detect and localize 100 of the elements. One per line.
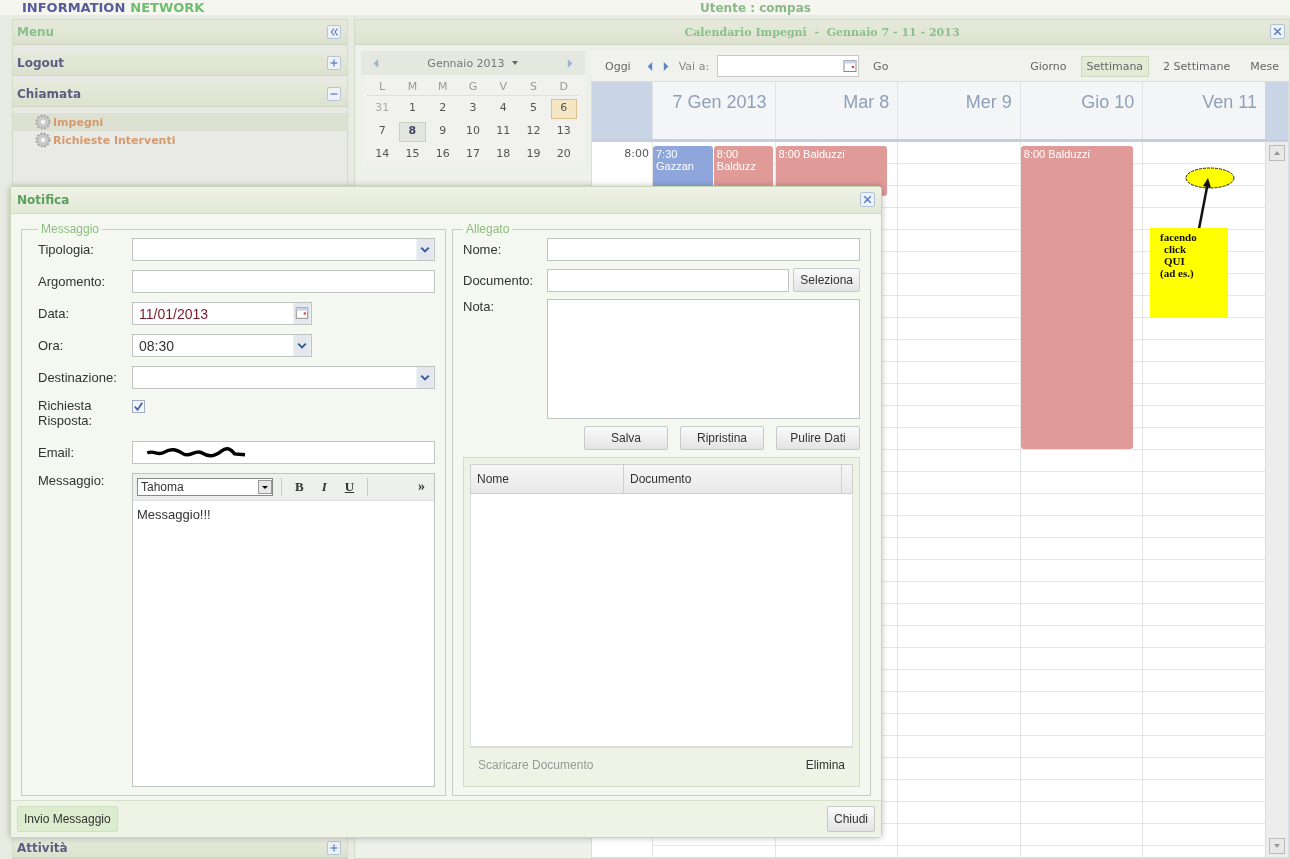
section-title: Logout: [17, 56, 64, 70]
today-button[interactable]: Oggi: [599, 55, 637, 77]
section-title: Chiamata: [17, 87, 81, 101]
minus-icon[interactable]: [327, 87, 341, 101]
field-label: Tipologia:: [38, 242, 95, 257]
section-header[interactable]: Attività: [13, 839, 347, 858]
dropdown-field[interactable]: [132, 238, 435, 261]
date-field[interactable]: 11/01/2013: [132, 302, 312, 325]
user-label: Utente : compas: [700, 1, 811, 15]
field-label: Nome:: [463, 242, 503, 257]
calendar-day[interactable]: 11: [490, 122, 517, 140]
calendar-day[interactable]: 2: [429, 99, 456, 117]
footer-button[interactable]: Chiudi: [826, 806, 875, 832]
time-label: 8:00: [624, 147, 649, 160]
calendar-day[interactable]: 3: [459, 99, 487, 117]
action-button[interactable]: Pulire Dati: [776, 426, 860, 450]
weekday-label: D: [548, 79, 579, 96]
section-title: Attività: [17, 841, 68, 855]
calendar-day[interactable]: 15: [399, 145, 426, 163]
italic-button[interactable]: I: [316, 479, 332, 495]
weekday-label: M: [397, 79, 428, 96]
view-tab[interactable]: Giorno: [1024, 55, 1073, 77]
go-button[interactable]: Go: [867, 55, 895, 77]
day-header: Gio 10: [1019, 82, 1143, 139]
weekday-label: S: [518, 79, 549, 96]
font-dropdown[interactable]: Tahoma: [137, 478, 273, 496]
input-field[interactable]: [132, 270, 435, 293]
action-button[interactable]: Ripristina: [680, 426, 764, 450]
input-field[interactable]: [132, 441, 435, 464]
calendar-day[interactable]: 18: [490, 145, 517, 163]
date-field[interactable]: [717, 55, 860, 77]
underline-button[interactable]: U: [339, 479, 360, 495]
gear-icon: [35, 114, 51, 130]
calendar-day[interactable]: 8: [399, 122, 426, 142]
footer-button[interactable]: Invio Messaggio: [17, 806, 118, 832]
weekday-label: M: [427, 79, 458, 96]
panel-title: Calendario Impegni - Gennaio 7 - 11 - 2013: [684, 25, 960, 39]
brand-title: INFORMATION: [22, 1, 126, 15]
checkbox[interactable]: [132, 400, 145, 413]
calendar-day[interactable]: 10: [459, 122, 487, 140]
day-header: Mer 9: [897, 82, 1020, 139]
column-header[interactable]: Nome: [471, 465, 624, 493]
select-button[interactable]: Seleziona: [793, 268, 860, 292]
close-icon[interactable]: [1270, 24, 1285, 39]
scroll-up-icon[interactable]: [1268, 145, 1285, 161]
field-label: Argomento:: [38, 274, 107, 289]
note-field[interactable]: [547, 299, 860, 419]
day-header: Mar 8: [774, 82, 898, 139]
close-icon[interactable]: [860, 192, 875, 207]
calendar-day[interactable]: 7: [369, 122, 396, 140]
collapse-icon[interactable]: [327, 25, 341, 39]
field-label: Richiesta Risposta:: [38, 398, 94, 428]
calendar-day[interactable]: 9: [429, 122, 456, 140]
bold-button[interactable]: B: [290, 479, 309, 495]
field-label: Messaggio:: [38, 473, 106, 488]
scrollbar[interactable]: [1264, 142, 1288, 857]
calendar-day[interactable]: 17: [459, 145, 487, 163]
action-button[interactable]: Salva: [584, 426, 668, 450]
field-label: Email:: [38, 445, 76, 460]
calendar-day[interactable]: 19: [520, 145, 547, 163]
gear-icon: [35, 132, 51, 148]
field-label: Data:: [38, 306, 71, 321]
view-tab[interactable]: Mese: [1244, 55, 1285, 77]
calendar-day[interactable]: 12: [520, 122, 547, 140]
rich-text-editor[interactable]: Tahoma B I U » Messaggio!!!: [132, 473, 435, 787]
fieldset-legend: Allegato: [463, 222, 513, 236]
dropdown-field[interactable]: 08:30: [132, 334, 312, 357]
delete-button[interactable]: Elimina: [801, 756, 849, 774]
plus-icon[interactable]: [327, 841, 341, 855]
dropdown-field[interactable]: [132, 366, 435, 389]
section-header[interactable]: Chiamata: [13, 82, 347, 107]
calendar-day[interactable]: 4: [490, 99, 517, 117]
annotation-note: facendo click QUI (ad es.): [1150, 228, 1228, 318]
input-field[interactable]: [547, 238, 860, 261]
calendar-day[interactable]: 13: [550, 122, 577, 140]
scroll-down-icon[interactable]: [1268, 838, 1285, 854]
fieldset-legend: Messaggio: [38, 222, 103, 236]
calendar-day[interactable]: 6: [550, 99, 577, 119]
input-field[interactable]: [547, 268, 790, 292]
calendar-day[interactable]: 20: [550, 145, 577, 163]
field-label: Documento:: [463, 272, 535, 288]
calendar-day[interactable]: 14: [369, 145, 396, 163]
calendar-day[interactable]: 1: [399, 99, 426, 117]
more-button[interactable]: »: [413, 479, 430, 495]
calendar-day[interactable]: 16: [429, 145, 456, 163]
field-label: Ora:: [38, 338, 65, 353]
section-header[interactable]: Logout: [13, 51, 347, 76]
editor-text: Messaggio!!!: [136, 506, 212, 524]
weekday-label: L: [367, 79, 398, 96]
calendar-icon[interactable]: [293, 303, 311, 324]
column-header[interactable]: Documento: [624, 465, 842, 493]
panel-title: Menu: [17, 25, 55, 39]
day-header: 7 Gen 2013: [652, 82, 775, 139]
plus-icon[interactable]: [327, 56, 341, 70]
view-tab[interactable]: Settimana: [1080, 55, 1150, 77]
view-tab[interactable]: 2 Settimane: [1157, 55, 1237, 77]
calendar-icon[interactable]: [842, 58, 859, 74]
weekday-label: G: [457, 79, 489, 96]
calendar-day[interactable]: 5: [520, 99, 547, 117]
goto-label: Vai a:: [678, 59, 710, 73]
